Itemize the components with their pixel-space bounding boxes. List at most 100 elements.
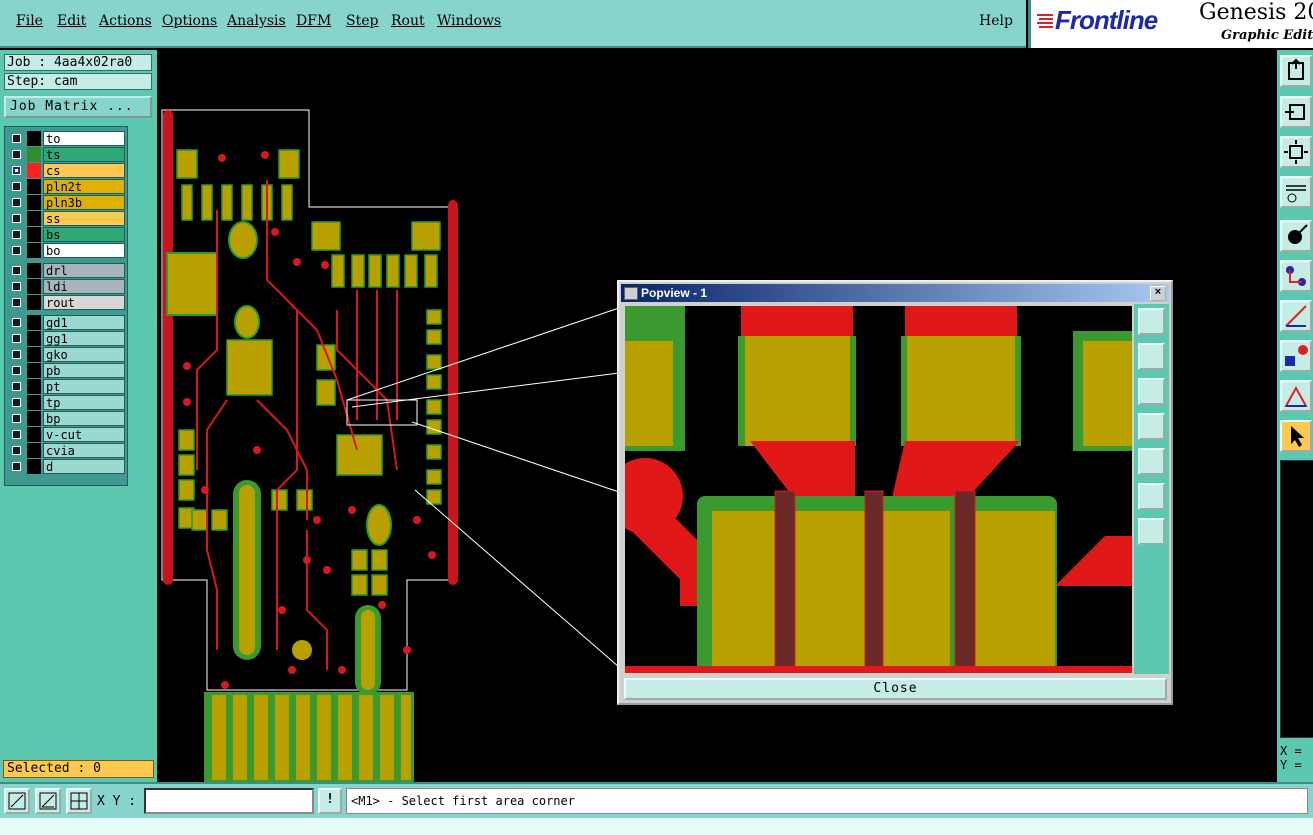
layer-name[interactable]: drl — [43, 263, 125, 278]
popview-right-icon[interactable] — [1138, 448, 1165, 475]
layer-name[interactable]: ss — [43, 211, 125, 226]
layer-checkbox[interactable] — [12, 350, 21, 359]
layer-name[interactable]: gd1 — [43, 315, 125, 330]
layer-color-swatch[interactable] — [27, 347, 41, 362]
layer-name[interactable]: bo — [43, 243, 125, 258]
layer-color-swatch[interactable] — [27, 295, 41, 310]
circle-icon[interactable] — [1280, 220, 1312, 252]
popview-canvas[interactable] — [625, 306, 1132, 673]
menu-rout[interactable]: Rout — [391, 13, 425, 29]
layer-row-d[interactable]: d — [7, 459, 125, 474]
layer-color-swatch[interactable] — [27, 411, 41, 426]
layer-color-swatch[interactable] — [27, 179, 41, 194]
layer-color-swatch[interactable] — [27, 131, 41, 146]
menu-file[interactable]: File — [16, 13, 43, 29]
menu-windows[interactable]: Windows — [437, 13, 501, 29]
layer-row-gd1[interactable]: gd1 — [7, 315, 125, 330]
layer-color-swatch[interactable] — [27, 211, 41, 226]
layer-color-swatch[interactable] — [27, 243, 41, 258]
layer-checkbox[interactable] — [12, 282, 21, 291]
layer-checkbox[interactable] — [12, 446, 21, 455]
layer-checkbox[interactable] — [12, 366, 21, 375]
popview-titlebar[interactable]: Popview - 1 × — [621, 284, 1169, 302]
layer-checkbox[interactable] — [12, 382, 21, 391]
layer-color-swatch[interactable] — [27, 363, 41, 378]
layer-row-cvia[interactable]: cvia — [7, 443, 125, 458]
menu-actions[interactable]: Actions — [99, 13, 152, 29]
measure-icon[interactable] — [1280, 176, 1312, 208]
layer-row-ldi[interactable]: ldi — [7, 279, 125, 294]
zoom-area-icon[interactable] — [4, 788, 30, 814]
layer-row-ss[interactable]: ss — [7, 211, 125, 226]
close-icon[interactable]: × — [1150, 286, 1166, 301]
layer-color-swatch[interactable] — [27, 163, 41, 178]
layer-name[interactable]: pln3b — [43, 195, 125, 210]
layer-name[interactable]: d — [43, 459, 125, 474]
measure-angle-icon[interactable] — [35, 788, 61, 814]
line-icon[interactable] — [1280, 300, 1312, 332]
layer-row-bp[interactable]: bp — [7, 411, 125, 426]
layer-checkbox[interactable] — [12, 198, 21, 207]
menu-edit[interactable]: Edit — [57, 13, 86, 29]
layer-row-to[interactable]: to — [7, 131, 125, 146]
layer-color-swatch[interactable] — [27, 263, 41, 278]
layer-name[interactable]: pb — [43, 363, 125, 378]
menu-analysis[interactable]: Analysis — [227, 13, 286, 29]
popview-up-icon[interactable] — [1138, 343, 1165, 370]
popview-fit-icon[interactable] — [1138, 483, 1165, 510]
layer-checkbox[interactable] — [12, 230, 21, 239]
layer-checkbox[interactable] — [12, 334, 21, 343]
layer-row-drl[interactable]: drl — [7, 263, 125, 278]
export-icon[interactable] — [1280, 55, 1312, 87]
layer-color-swatch[interactable] — [27, 331, 41, 346]
layer-row-bs[interactable]: bs — [7, 227, 125, 242]
layer-checkbox[interactable] — [12, 246, 21, 255]
layer-color-swatch[interactable] — [27, 427, 41, 442]
layer-row-gg1[interactable]: gg1 — [7, 331, 125, 346]
layer-color-swatch[interactable] — [27, 279, 41, 294]
layer-name[interactable]: rout — [43, 295, 125, 310]
layer-name[interactable]: v-cut — [43, 427, 125, 442]
layer-row-pln2t[interactable]: pln2t — [7, 179, 125, 194]
layer-checkbox[interactable] — [12, 398, 21, 407]
pointer-icon[interactable] — [1280, 420, 1312, 452]
layer-checkbox[interactable] — [12, 150, 21, 159]
menu-help[interactable]: Help — [979, 13, 1013, 29]
layer-row-bo[interactable]: bo — [7, 243, 125, 258]
popview-close-button[interactable]: Close — [624, 678, 1167, 700]
layer-row-pt[interactable]: pt — [7, 379, 125, 394]
import-icon[interactable] — [1280, 96, 1312, 128]
layer-row-rout[interactable]: rout — [7, 295, 125, 310]
popview-center-icon[interactable] — [1138, 518, 1165, 545]
zoom-fit-icon[interactable] — [1280, 136, 1312, 168]
layer-color-swatch[interactable] — [27, 195, 41, 210]
swap-icon[interactable] — [1280, 340, 1312, 372]
layer-name[interactable]: cs — [43, 163, 125, 178]
layer-color-swatch[interactable] — [27, 395, 41, 410]
layer-name[interactable]: gg1 — [43, 331, 125, 346]
layer-row-pln3b[interactable]: pln3b — [7, 195, 125, 210]
layer-color-swatch[interactable] — [27, 315, 41, 330]
layer-checkbox[interactable] — [12, 182, 21, 191]
layer-checkbox[interactable] — [12, 298, 21, 307]
layer-color-swatch[interactable] — [27, 459, 41, 474]
menu-options[interactable]: Options — [162, 13, 217, 29]
layer-checkbox[interactable] — [12, 266, 21, 275]
layer-name[interactable]: pln2t — [43, 179, 125, 194]
layer-row-tp[interactable]: tp — [7, 395, 125, 410]
job-matrix-button[interactable]: Job Matrix ... — [4, 96, 152, 118]
popview-left-icon[interactable] — [1138, 413, 1165, 440]
layer-row-pb[interactable]: pb — [7, 363, 125, 378]
layer-row-gko[interactable]: gko — [7, 347, 125, 362]
layer-checkbox[interactable] — [12, 134, 21, 143]
layer-checkbox[interactable] — [12, 462, 21, 471]
layer-color-swatch[interactable] — [27, 379, 41, 394]
popview-zoom-icon[interactable] — [1138, 308, 1165, 335]
xy-input[interactable] — [144, 788, 314, 814]
layer-color-swatch[interactable] — [27, 147, 41, 162]
nodes-icon[interactable] — [1280, 260, 1312, 292]
layer-checkbox[interactable] — [12, 166, 21, 175]
layer-checkbox[interactable] — [12, 430, 21, 439]
layer-checkbox[interactable] — [12, 318, 21, 327]
popview-down-icon[interactable] — [1138, 378, 1165, 405]
